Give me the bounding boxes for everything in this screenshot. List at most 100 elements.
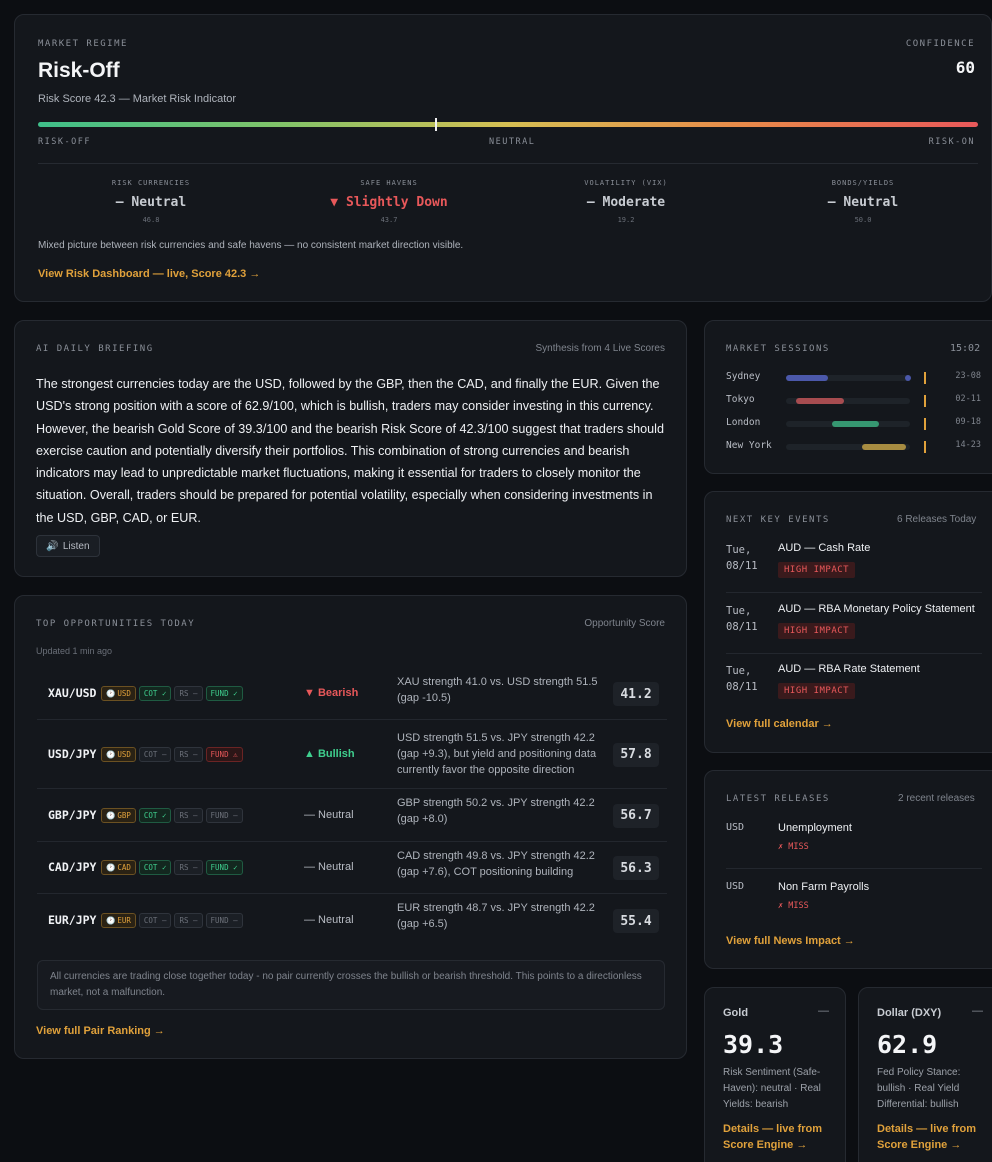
risk-dashboard-link[interactable]: View Risk Dashboard — live, Score 42.3 →: [38, 268, 260, 280]
rs-chip: RS –: [174, 807, 203, 823]
event-title: AUD — Cash Rate: [778, 542, 871, 554]
regime-title: Risk-Off: [38, 59, 120, 82]
event-date: Tue, 08/11: [726, 663, 766, 695]
gold-details-link[interactable]: Details — live from Score Engine →: [723, 1121, 833, 1153]
session-hours: 14-23: [955, 440, 981, 450]
opportunity-score: 55.4: [613, 909, 659, 933]
rs-chip: RS –: [174, 746, 203, 762]
current-time-marker: [924, 372, 926, 384]
impact-badge: HIGH IMPACT: [778, 623, 856, 639]
confidence-label: CONFIDENCE: [905, 39, 975, 49]
session-hours: 02-11: [955, 394, 981, 404]
opportunity-description: XAU strength 41.0 vs. USD strength 51.5 …: [397, 676, 598, 704]
release-currency: USD: [726, 822, 745, 833]
opportunity-score: 41.2: [613, 682, 659, 706]
briefing-label: AI DAILY BRIEFING: [36, 344, 154, 354]
gold-score-card: Gold — 39.3 Risk Sentiment (Safe-Haven):…: [704, 987, 846, 1162]
clock-icon: 🕐: [106, 689, 116, 698]
listen-label: Listen: [62, 540, 90, 552]
opportunity-description: EUR strength 48.7 vs. JPY strength 42.2 …: [397, 902, 595, 930]
signal-chips: 🕐 GBP COT ✓ RS – FUND –: [101, 807, 243, 823]
session-track: [786, 441, 926, 453]
listen-button[interactable]: 🔊 Listen: [36, 535, 100, 557]
rs-chip: RS –: [174, 860, 203, 875]
releases-meta: 2 recent releases: [898, 793, 975, 804]
indicator-value: — Neutral: [115, 195, 187, 210]
dollar-details-link[interactable]: Details — live from Score Engine →: [877, 1121, 987, 1153]
news-impact-link[interactable]: View full News Impact →: [726, 935, 855, 947]
indicator-number: 50.0: [854, 216, 872, 224]
session-name: Sydney: [726, 371, 761, 382]
session-row: Sydney 23-08: [726, 371, 981, 385]
opportunity-row[interactable]: USD/JPY 🕐 USD COT – RS – FUND ⚠ ▲ Bullish…: [37, 720, 667, 789]
briefing-text: The strongest currencies today are the U…: [36, 377, 664, 525]
opportunity-row[interactable]: XAU/USD 🕐 USD COT ✓ RS – FUND ✓ ▼ Bearish…: [37, 668, 667, 720]
session-row: New York 14-23: [726, 440, 981, 454]
indicator-number: 46.8: [142, 216, 160, 224]
indicator-bonds-yields: BONDS/YIELDS — Neutral 50.0: [773, 179, 953, 224]
currency-chip-label: USD: [117, 689, 131, 698]
currency-chip: 🕐 CAD: [101, 860, 136, 875]
indicator-number: 19.2: [617, 216, 635, 224]
opportunity-description: USD strength 51.5 vs. JPY strength 42.2 …: [397, 732, 597, 776]
cot-chip: COT ✓: [138, 686, 172, 701]
divider: [726, 653, 982, 654]
opportunity-description: CAD strength 49.8 vs. JPY strength 42.2 …: [397, 850, 595, 878]
release-result: ✗ MISS: [778, 901, 809, 911]
dollar-details: Fed Policy Stance: bullish · Real Yield …: [877, 1067, 961, 1110]
session-hours: 09-18: [955, 417, 981, 427]
clock-icon: 🕐: [106, 863, 116, 872]
speaker-icon: 🔊: [46, 540, 59, 552]
latest-releases-card: LATEST RELEASES 2 recent releases USD Un…: [704, 770, 992, 969]
currency-chip-label: EUR: [117, 916, 131, 925]
event-date-text: Tue, 08/11: [726, 544, 758, 572]
indicator-value: — Moderate: [586, 195, 666, 210]
sessions-time: 15:02: [950, 343, 981, 354]
scale-risk-off: RISK-OFF: [38, 137, 91, 147]
currency-chip-label: GBP: [117, 810, 131, 820]
risk-gradient-bar: [38, 122, 978, 127]
gold-title: Gold: [723, 1007, 749, 1019]
risk-score-marker: [434, 118, 437, 131]
full-calendar-link[interactable]: View full calendar →: [726, 718, 833, 730]
regime-label: MARKET REGIME: [38, 39, 128, 49]
opportunity-score: 56.7: [613, 803, 659, 828]
session-name: New York: [726, 440, 772, 451]
event-title: AUD — RBA Rate Statement: [778, 663, 920, 675]
signal-chips: 🕐 USD COT ✓ RS – FUND ✓: [101, 686, 243, 701]
dollar-score-card: Dollar (DXY) — 62.9 Fed Policy Stance: b…: [858, 987, 992, 1162]
session-fill: [862, 444, 906, 450]
indicator-volatility: VOLATILITY (VIX) — Moderate 19.2: [536, 179, 716, 224]
indicator-title: BONDS/YIELDS: [831, 179, 895, 187]
opportunity-row[interactable]: EUR/JPY 🕐 EUR COT – RS – FUND – — Neutral…: [37, 894, 667, 948]
clock-icon: 🕐: [106, 749, 116, 759]
currency-chip-label: CAD: [117, 863, 131, 872]
dollar-title: Dollar (DXY): [877, 1007, 942, 1019]
session-fill: [796, 398, 844, 404]
opps-label: TOP OPPORTUNITIES TODAY: [36, 619, 196, 629]
fund-chip: FUND ✓: [205, 686, 243, 701]
cot-chip: COT ✓: [138, 860, 172, 875]
gold-details: Risk Sentiment (Safe-Haven): neutral · R…: [723, 1067, 821, 1110]
fund-chip: FUND –: [205, 913, 243, 928]
opportunity-row[interactable]: GBP/JPY 🕐 GBP COT ✓ RS – FUND – — Neutral…: [37, 789, 667, 842]
cot-chip: COT ✓: [138, 807, 172, 823]
pair-ranking-link[interactable]: View full Pair Ranking →: [36, 1025, 165, 1037]
event-date: Tue, 08/11: [726, 603, 766, 635]
clock-icon: 🕐: [106, 916, 116, 925]
event-date-text: Tue, 08/11: [726, 605, 758, 633]
current-time-marker: [924, 441, 926, 453]
impact-badge: HIGH IMPACT: [778, 562, 856, 578]
opps-note: All currencies are trading close togethe…: [37, 960, 665, 1010]
confidence-value: 60: [955, 58, 975, 77]
opportunity-row[interactable]: CAD/JPY 🕐 CAD COT ✓ RS – FUND ✓ — Neutral…: [37, 842, 667, 894]
currency-chip: 🕐 USD: [101, 746, 136, 762]
pair-name: CAD/JPY: [48, 860, 97, 874]
briefing-meta: Synthesis from 4 Live Scores: [535, 343, 666, 354]
divider: [726, 868, 982, 869]
rs-chip: RS –: [174, 686, 203, 701]
release-result: ✗ MISS: [778, 842, 809, 852]
session-row: London 09-18: [726, 417, 981, 431]
signal-chips: 🕐 USD COT – RS – FUND ⚠: [101, 746, 243, 762]
direction-label: ▲ Bullish: [304, 747, 355, 760]
